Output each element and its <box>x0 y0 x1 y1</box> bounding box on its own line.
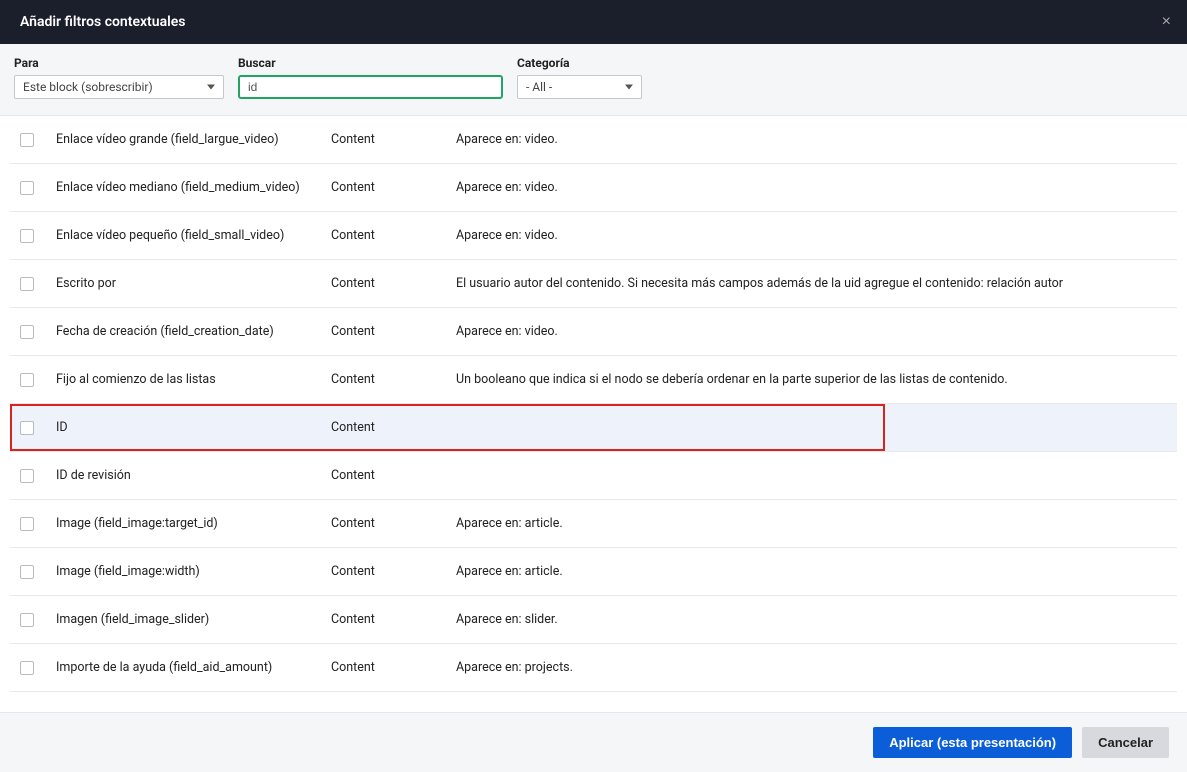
buscar-label: Buscar <box>238 56 503 70</box>
row-category: Content <box>331 372 456 387</box>
filter-bar: Para Este block (sobrescribir) Buscar Ca… <box>0 44 1187 116</box>
modal-header: Añadir filtros contextuales × <box>0 0 1187 44</box>
row-checkbox[interactable] <box>20 325 34 339</box>
row-name: Fecha de creación (field_creation_date) <box>56 324 331 339</box>
table-row[interactable]: Enlace vídeo grande (field_largue_video)… <box>10 116 1177 164</box>
table-row[interactable]: Fecha de creación (field_creation_date) … <box>10 308 1177 356</box>
row-category: Content <box>331 564 456 579</box>
row-name: Imagen (field_image_slider) <box>56 612 331 627</box>
row-desc: Aparece en: video. <box>456 132 1167 147</box>
row-checkbox[interactable] <box>20 373 34 387</box>
row-checkbox[interactable] <box>20 421 34 435</box>
table-row[interactable]: Imagen (field_image_slider) Content Apar… <box>10 596 1177 644</box>
row-desc: Aparece en: article. <box>456 564 1167 579</box>
chevron-down-icon <box>625 85 633 90</box>
row-category: Content <box>331 180 456 195</box>
table-row[interactable]: Image (field_image:width) Content Aparec… <box>10 548 1177 596</box>
para-label: Para <box>14 56 224 70</box>
categoria-select[interactable]: - All - <box>517 75 642 99</box>
categoria-value: - All - <box>526 80 552 94</box>
modal-footer: Aplicar (esta presentación) Cancelar <box>0 712 1187 772</box>
rows-container: Enlace vídeo grande (field_largue_video)… <box>0 116 1187 712</box>
row-desc: Un booleano que indica si el nodo se deb… <box>456 372 1167 387</box>
row-category: Content <box>331 132 456 147</box>
row-checkbox[interactable] <box>20 469 34 483</box>
row-desc: Aparece en: video. <box>456 228 1167 243</box>
modal-title: Añadir filtros contextuales <box>20 14 185 30</box>
chevron-down-icon <box>207 85 215 90</box>
row-desc: Aparece en: article. <box>456 516 1167 531</box>
row-name: Enlace vídeo pequeño (field_small_video) <box>56 228 331 243</box>
table-row-id[interactable]: ID Content <box>10 404 1177 452</box>
filter-buscar: Buscar <box>238 56 503 99</box>
row-checkbox[interactable] <box>20 613 34 627</box>
row-category: Content <box>331 660 456 675</box>
row-name: Escrito por <box>56 276 331 291</box>
row-desc: Aparece en: video. <box>456 180 1167 195</box>
row-checkbox[interactable] <box>20 181 34 195</box>
apply-button[interactable]: Aplicar (esta presentación) <box>873 727 1072 758</box>
row-checkbox[interactable] <box>20 277 34 291</box>
table-row[interactable]: Image (field_image:target_id) Content Ap… <box>10 500 1177 548</box>
row-checkbox[interactable] <box>20 133 34 147</box>
para-value: Este block (sobrescribir) <box>23 80 153 94</box>
categoria-label: Categoría <box>517 56 642 70</box>
row-checkbox[interactable] <box>20 229 34 243</box>
table-row[interactable]: Importe de la ayuda (field_aid_amount) C… <box>10 644 1177 692</box>
search-input[interactable] <box>238 75 503 99</box>
row-checkbox[interactable] <box>20 661 34 675</box>
row-name: Image (field_image:target_id) <box>56 516 331 531</box>
filter-categoria: Categoría - All - <box>517 56 642 99</box>
row-category: Content <box>331 324 456 339</box>
row-category: Content <box>331 276 456 291</box>
table-row[interactable]: Enlace vídeo pequeño (field_small_video)… <box>10 212 1177 260</box>
close-button[interactable]: × <box>1162 13 1171 31</box>
row-desc: Aparece en: projects. <box>456 660 1167 675</box>
table-row[interactable]: Fijo al comienzo de las listas Content U… <box>10 356 1177 404</box>
row-desc: Aparece en: video. <box>456 324 1167 339</box>
table-row[interactable]: ID de revisión Content <box>10 452 1177 500</box>
row-category: Content <box>331 612 456 627</box>
table-row[interactable]: Enlace vídeo mediano (field_medium_video… <box>10 164 1177 212</box>
row-checkbox[interactable] <box>20 565 34 579</box>
row-name: Importe de la ayuda (field_aid_amount) <box>56 660 331 675</box>
row-name: Enlace vídeo grande (field_largue_video) <box>56 132 331 147</box>
para-select[interactable]: Este block (sobrescribir) <box>14 75 224 99</box>
row-name: Enlace vídeo mediano (field_medium_video… <box>56 180 331 195</box>
row-category: Content <box>331 516 456 531</box>
row-desc: El usuario autor del contenido. Si neces… <box>456 276 1167 291</box>
row-category: Content <box>331 468 456 483</box>
row-checkbox[interactable] <box>20 517 34 531</box>
row-name: ID <box>56 420 331 435</box>
row-name: Image (field_image:width) <box>56 564 331 579</box>
row-desc: Aparece en: slider. <box>456 612 1167 627</box>
filter-para: Para Este block (sobrescribir) <box>14 56 224 99</box>
row-name: ID de revisión <box>56 468 331 483</box>
table-row[interactable]: Escrito por Content El usuario autor del… <box>10 260 1177 308</box>
row-name: Fijo al comienzo de las listas <box>56 372 331 387</box>
row-category: Content <box>331 420 456 435</box>
row-category: Content <box>331 228 456 243</box>
cancel-button[interactable]: Cancelar <box>1082 727 1169 758</box>
